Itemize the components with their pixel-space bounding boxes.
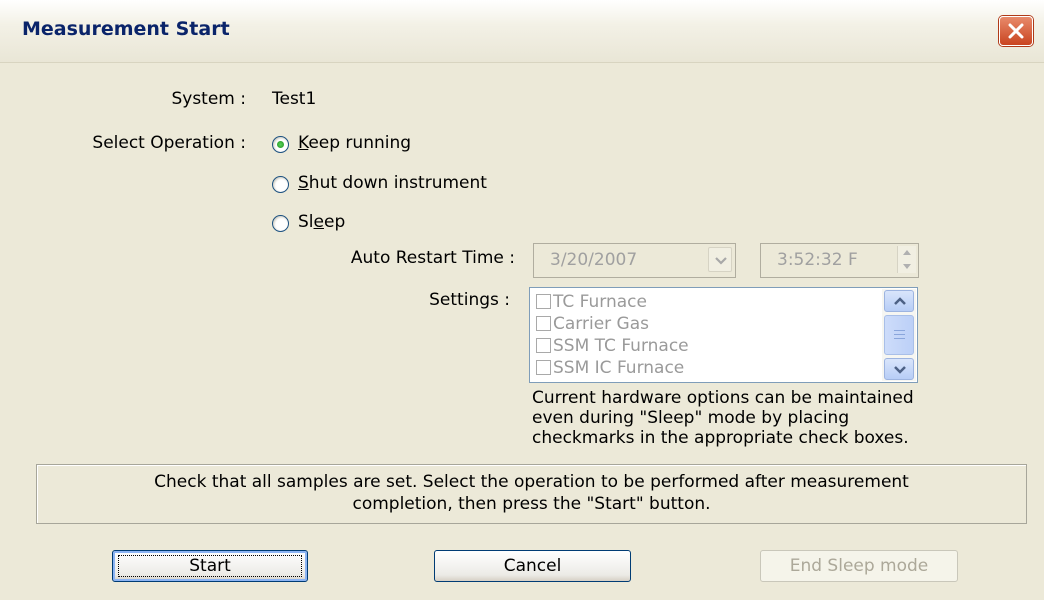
- scroll-down-button[interactable]: [884, 358, 914, 380]
- instructions-box: Check that all samples are set. Select t…: [36, 464, 1027, 524]
- grip-line: [894, 338, 905, 339]
- close-x-icon: [1008, 23, 1024, 39]
- vertical-scrollbar[interactable]: [882, 289, 916, 381]
- select-operation-label: Select Operation :: [92, 133, 246, 153]
- spin-down-button[interactable]: [898, 260, 916, 273]
- system-value: Test1: [272, 89, 317, 109]
- triangle-down-icon: [903, 264, 911, 269]
- triangle-up-icon: [903, 250, 911, 255]
- cancel-button-label: Cancel: [503, 556, 562, 576]
- checkbox[interactable]: [536, 338, 551, 353]
- checklist-item-carrier-gas[interactable]: Carrier Gas: [536, 314, 649, 336]
- instructions-line: Check that all samples are set. Select t…: [154, 472, 909, 492]
- end-sleep-mode-button: End Sleep mode: [760, 550, 958, 582]
- chevron-down-icon: [715, 257, 727, 265]
- restart-date-picker[interactable]: 3/20/2007: [533, 243, 736, 278]
- settings-label: Settings :: [429, 290, 510, 310]
- chevron-up-icon: [894, 297, 906, 305]
- grip-line: [894, 334, 905, 335]
- restart-time-picker[interactable]: 3:52:32 F: [760, 243, 919, 278]
- checklist-item-ssm-ic-furnace[interactable]: SSM IC Furnace: [536, 358, 684, 380]
- checkbox[interactable]: [536, 316, 551, 331]
- radio-selected-dot: [277, 141, 284, 148]
- radio-button[interactable]: [272, 176, 289, 193]
- title-bar: Measurement Start: [0, 0, 1044, 63]
- checkbox[interactable]: [536, 294, 551, 309]
- window-title: Measurement Start: [22, 18, 230, 40]
- date-dropdown-button[interactable]: [708, 247, 732, 272]
- time-spinner[interactable]: [897, 246, 916, 273]
- radio-label-sleep[interactable]: Sleep: [298, 212, 345, 232]
- settings-checklist[interactable]: TC Furnace Carrier Gas SSM TC Furnace SS…: [529, 287, 918, 383]
- start-button[interactable]: Start: [112, 550, 308, 582]
- settings-note-line: Current hardware options can be maintain…: [532, 388, 914, 408]
- radio-label-shut-down[interactable]: Shut down instrument: [298, 173, 487, 193]
- chevron-down-icon: [894, 366, 906, 374]
- restart-time-value: 3:52:32 F: [777, 250, 858, 270]
- spin-up-button[interactable]: [898, 246, 916, 259]
- instructions-line: completion, then press the "Start" butto…: [352, 494, 711, 514]
- radio-button[interactable]: [272, 215, 289, 232]
- auto-restart-label: Auto Restart Time :: [350, 248, 515, 268]
- settings-note-line: checkmarks in the appropriate check boxe…: [532, 428, 909, 448]
- close-button[interactable]: [999, 16, 1033, 46]
- scroll-up-button[interactable]: [884, 290, 914, 312]
- cancel-button[interactable]: Cancel: [434, 550, 631, 582]
- radio-label-keep-running[interactable]: Keep running: [298, 133, 411, 153]
- restart-date-value: 3/20/2007: [550, 250, 638, 270]
- settings-note-line: even during "Sleep" mode by placing: [532, 408, 850, 428]
- checklist-item-tc-furnace[interactable]: TC Furnace: [536, 292, 647, 314]
- checkbox[interactable]: [536, 360, 551, 375]
- system-label: System :: [171, 89, 246, 109]
- settings-note: Current hardware options can be maintain…: [532, 388, 914, 448]
- end-sleep-button-label: End Sleep mode: [789, 556, 929, 576]
- checklist-item-ssm-tc-furnace[interactable]: SSM TC Furnace: [536, 336, 689, 358]
- scroll-thumb[interactable]: [884, 315, 914, 355]
- instructions-text: Check that all samples are set. Select t…: [37, 471, 1026, 515]
- radio-button[interactable]: [272, 136, 289, 153]
- focus-rectangle: [118, 555, 302, 577]
- grip-line: [894, 330, 905, 331]
